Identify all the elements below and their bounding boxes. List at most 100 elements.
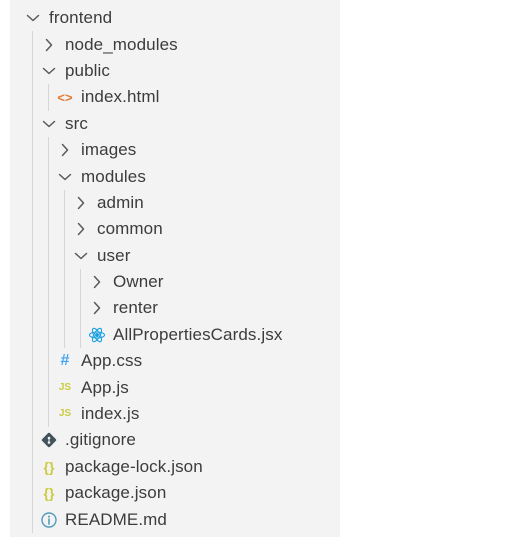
file-item-index-js[interactable]: JS index.js bbox=[10, 400, 340, 428]
indent-guide bbox=[32, 163, 33, 190]
indent-guide bbox=[64, 216, 65, 243]
chevron-down-icon[interactable] bbox=[40, 115, 58, 133]
chevron-right-icon[interactable] bbox=[72, 220, 90, 238]
file-label: App.css bbox=[81, 351, 143, 371]
folder-item-admin[interactable]: admin bbox=[10, 189, 340, 217]
indent-guide bbox=[80, 268, 81, 296]
json-file-icon: {} bbox=[40, 458, 58, 476]
indent-guide bbox=[32, 374, 33, 401]
file-item-index-html[interactable]: <> index.html bbox=[10, 84, 340, 111]
folder-label: node_modules bbox=[65, 34, 178, 54]
folder-item-images[interactable]: images bbox=[10, 136, 340, 164]
indent-guide bbox=[32, 268, 33, 296]
git-file-icon bbox=[40, 431, 58, 449]
file-explorer: frontend node_modulespublic <> index.html sr… bbox=[10, 0, 340, 537]
file-tree: frontend node_modulespublic <> index.html sr… bbox=[10, 0, 340, 533]
folder-item-src[interactable]: src bbox=[10, 110, 340, 137]
indent-guide bbox=[32, 427, 33, 454]
json-file-icon-glyph: {} bbox=[43, 458, 55, 475]
indent-guide bbox=[64, 189, 65, 217]
indent-guide bbox=[64, 321, 65, 349]
indent-guide bbox=[48, 84, 49, 111]
folder-label: images bbox=[81, 140, 137, 160]
file-label: package.json bbox=[65, 483, 167, 503]
html-file-icon-glyph: <> bbox=[57, 89, 73, 105]
json-file-icon-glyph: {} bbox=[43, 485, 55, 502]
folder-item-frontend[interactable]: frontend bbox=[10, 5, 340, 31]
folder-item-owner[interactable]: Owner bbox=[10, 268, 340, 296]
indent-guide bbox=[32, 31, 33, 58]
file-item-package-json[interactable]: {} package.json bbox=[10, 480, 340, 507]
folder-label: user bbox=[97, 245, 131, 265]
html-file-icon: <> bbox=[56, 88, 74, 106]
js-file-icon-glyph: JS bbox=[58, 408, 72, 420]
folder-item-user[interactable]: user bbox=[10, 242, 340, 269]
folder-item-modules[interactable]: modules bbox=[10, 163, 340, 190]
indent-guide bbox=[32, 84, 33, 111]
file-label: package-lock.json bbox=[65, 456, 203, 476]
file-item-gitignore[interactable]: .gitignore bbox=[10, 427, 340, 454]
indent-guide bbox=[32, 400, 33, 428]
indent-guide bbox=[32, 136, 33, 164]
indent-guide bbox=[32, 57, 33, 85]
chevron-right-icon[interactable] bbox=[88, 299, 106, 317]
indent-guide bbox=[32, 110, 33, 137]
indent-guide bbox=[48, 374, 49, 401]
react-file-icon bbox=[88, 326, 106, 344]
js-file-icon-glyph: JS bbox=[58, 381, 72, 393]
file-item-app-css[interactable]: # App.css bbox=[10, 348, 340, 375]
file-item-package-lock-json[interactable]: {} package-lock.json bbox=[10, 453, 340, 481]
js-file-icon: JS bbox=[56, 379, 74, 397]
chevron-right-icon[interactable] bbox=[72, 194, 90, 212]
folder-item-public[interactable]: public bbox=[10, 57, 340, 85]
file-item-allpropertiescards-jsx[interactable]: AllPropertiesCards.jsx bbox=[10, 321, 340, 349]
folder-item-renter[interactable]: renter bbox=[10, 295, 340, 322]
file-label: App.js bbox=[81, 377, 129, 397]
folder-item-node-modules[interactable]: node_modules bbox=[10, 31, 340, 58]
folder-label: common bbox=[97, 219, 163, 239]
folder-item-common[interactable]: common bbox=[10, 216, 340, 243]
indent-guide bbox=[32, 321, 33, 349]
indent-guide bbox=[48, 295, 49, 322]
indent-guide bbox=[32, 480, 33, 507]
file-label: .gitignore bbox=[65, 430, 136, 450]
indent-guide bbox=[80, 295, 81, 322]
indent-guide bbox=[48, 242, 49, 269]
chevron-down-icon[interactable] bbox=[24, 9, 42, 27]
indent-guide bbox=[32, 453, 33, 481]
chevron-down-icon[interactable] bbox=[56, 168, 74, 186]
file-label: index.js bbox=[81, 404, 140, 424]
folder-label: public bbox=[65, 60, 111, 80]
chevron-right-icon[interactable] bbox=[56, 141, 74, 159]
indent-guide bbox=[48, 189, 49, 217]
indent-guide bbox=[48, 400, 49, 428]
indent-guide bbox=[32, 295, 33, 322]
file-label: README.md bbox=[65, 509, 167, 529]
chevron-down-icon[interactable] bbox=[72, 247, 90, 265]
chevron-right-icon[interactable] bbox=[88, 273, 106, 291]
js-file-icon: JS bbox=[56, 405, 74, 423]
indent-guide bbox=[32, 348, 33, 375]
indent-guide bbox=[64, 295, 65, 322]
chevron-down-icon[interactable] bbox=[40, 62, 58, 80]
indent-guide bbox=[64, 268, 65, 296]
folder-label: frontend bbox=[49, 8, 113, 28]
file-item-app-js[interactable]: JS App.js bbox=[10, 374, 340, 401]
indent-guide bbox=[32, 506, 33, 533]
css-file-icon-glyph: # bbox=[60, 352, 70, 370]
indent-guide bbox=[48, 348, 49, 375]
folder-label: renter bbox=[113, 298, 159, 318]
file-label: AllPropertiesCards.jsx bbox=[113, 324, 283, 344]
indent-guide bbox=[48, 321, 49, 349]
indent-guide bbox=[32, 189, 33, 217]
folder-label: src bbox=[65, 113, 88, 133]
json-file-icon: {} bbox=[40, 484, 58, 502]
indent-guide bbox=[80, 321, 81, 349]
chevron-right-icon[interactable] bbox=[40, 36, 58, 54]
folder-label: modules bbox=[81, 166, 146, 186]
file-item-readme-md[interactable]: README.md bbox=[10, 506, 340, 533]
folder-label: Owner bbox=[113, 272, 164, 292]
indent-guide bbox=[48, 216, 49, 243]
indent-guide bbox=[48, 268, 49, 296]
indent-guide bbox=[32, 216, 33, 243]
